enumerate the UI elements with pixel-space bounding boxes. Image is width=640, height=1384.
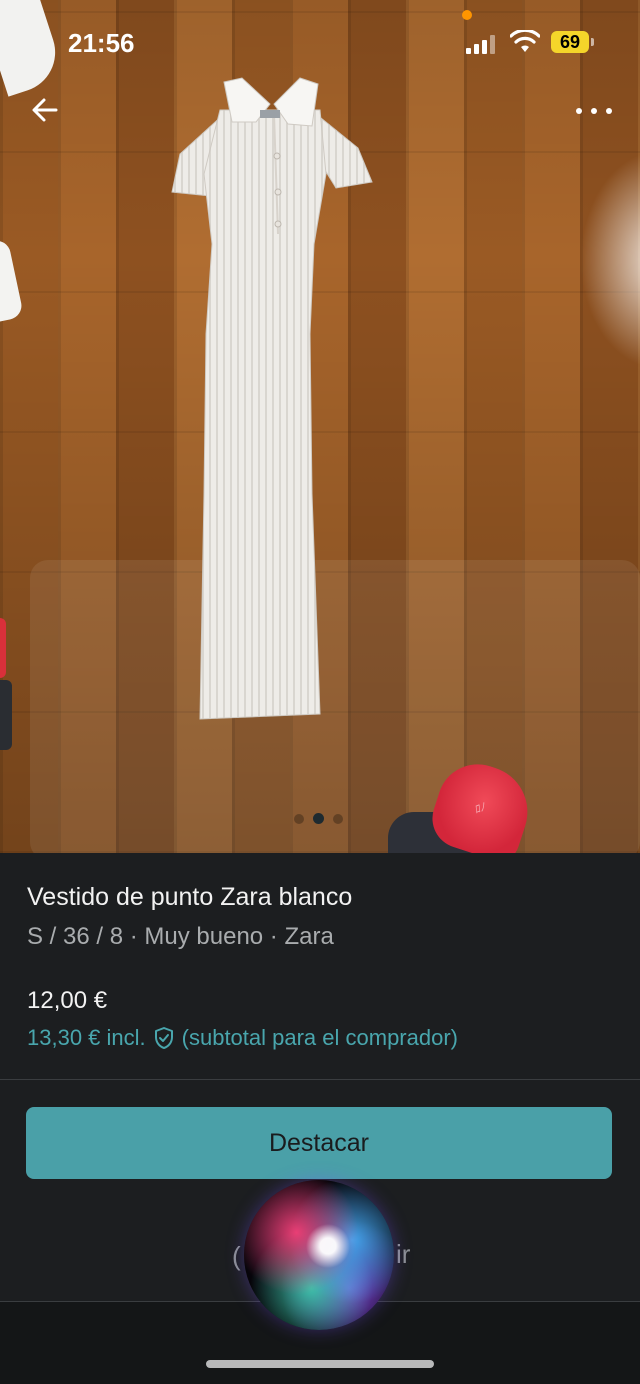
more-dots-icon[interactable] — [572, 96, 616, 126]
battery-icon: 69 — [551, 31, 589, 53]
status-bar: 21:56 69 — [0, 0, 640, 90]
siri-orb[interactable] — [244, 1180, 394, 1330]
back-arrow-icon[interactable] — [26, 90, 66, 130]
divider — [0, 1079, 640, 1080]
signal-icon — [466, 34, 498, 54]
shield-check-icon — [154, 1027, 173, 1049]
photo-red-object — [0, 618, 6, 678]
listing-subtitle: S / 36 / 8 · Muy bueno · Zara — [27, 923, 334, 950]
buyer-price-note: (subtotal para el comprador) — [181, 1025, 458, 1050]
home-indicator[interactable] — [206, 1360, 434, 1368]
status-time: 21:56 — [68, 28, 135, 58]
listing-title: Vestido de punto Zara blanco — [27, 883, 353, 911]
secondary-action-fragment-right[interactable]: ir — [396, 1239, 410, 1270]
window-light — [580, 150, 640, 370]
photo-dark-object — [0, 680, 12, 750]
highlight-button[interactable]: Destacar — [26, 1107, 612, 1179]
pagination-dot[interactable] — [333, 814, 343, 824]
privacy-indicator-dot — [462, 10, 472, 20]
battery-tip — [591, 38, 594, 46]
pagination-dot-active[interactable] — [313, 813, 324, 824]
listing-price: 12,00 € — [27, 987, 108, 1014]
wifi-icon — [510, 30, 540, 52]
dress-image — [171, 77, 373, 720]
photo-pagination[interactable] — [292, 812, 352, 826]
buyer-price-line[interactable]: 13,30 € incl. (subtotal para el comprado… — [27, 1025, 458, 1051]
secondary-action-fragment-left[interactable]: ( — [232, 1241, 241, 1272]
buyer-price: 13,30 € incl. — [27, 1025, 146, 1050]
product-photo[interactable]: ﾛﾉ — [0, 0, 640, 853]
pagination-dot[interactable] — [294, 814, 304, 824]
